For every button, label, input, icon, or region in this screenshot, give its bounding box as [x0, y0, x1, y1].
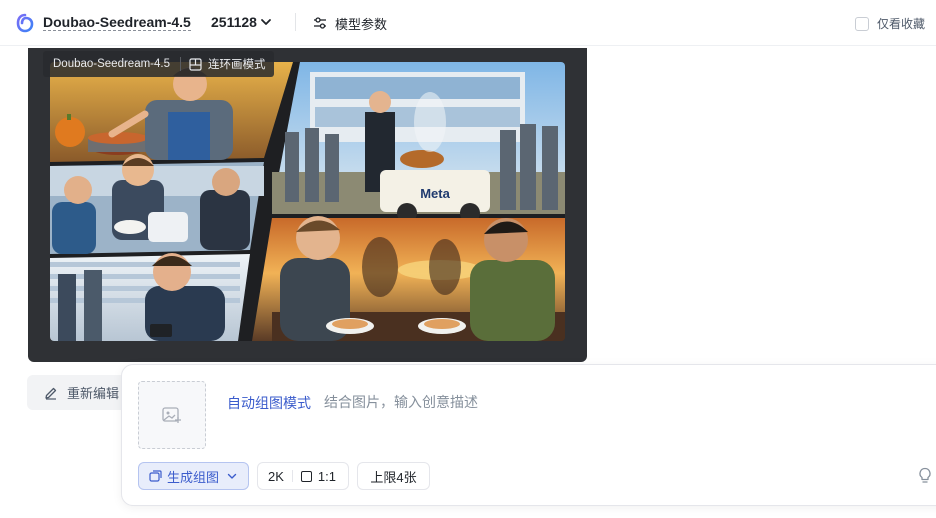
lightbulb-icon[interactable] — [918, 467, 932, 485]
favorites-filter[interactable]: 仅看收藏 — [855, 15, 925, 32]
image-model-label: Doubao-Seedream-4.5 — [53, 58, 170, 70]
top-bar: Doubao-Seedream-4.5 251128 模型参数 仅看收藏 — [0, 0, 936, 46]
resolution-ratio-selector[interactable]: 2K 1:1 — [257, 462, 349, 490]
generate-group-label: 生成组图 — [167, 469, 220, 485]
pencil-icon — [45, 387, 57, 400]
add-image-icon — [162, 407, 181, 423]
tag-divider — [180, 57, 181, 71]
chevron-down-icon[interactable] — [259, 15, 273, 29]
image-limit-label: 上限4张 — [370, 469, 417, 485]
upload-image-button[interactable] — [138, 381, 206, 449]
image-group-icon — [149, 469, 162, 482]
model-params-label: 模型参数 — [335, 16, 388, 32]
auto-group-mode-label[interactable]: 自动组图模式 — [227, 393, 311, 413]
chip-divider — [291, 470, 293, 482]
comic-grid-icon — [189, 57, 202, 71]
model-name[interactable]: Doubao-Seedream-4.5 — [43, 14, 191, 31]
generate-group-dropdown[interactable]: 生成组图 — [138, 462, 249, 490]
image-tag: Doubao-Seedream-4.5 连环画模式 — [43, 51, 274, 77]
model-version[interactable]: 251128 — [211, 14, 257, 30]
chevron-down-icon — [227, 473, 237, 479]
aspect-ratio-icon — [300, 470, 312, 482]
image-limit-selector[interactable]: 上限4张 — [357, 462, 430, 490]
sliders-icon — [314, 17, 326, 29]
comic-mode-label: 连环画模式 — [208, 59, 266, 71]
generated-comic-image[interactable]: Meta — [50, 62, 565, 341]
app-logo-icon — [16, 13, 34, 33]
favorites-label: 仅看收藏 — [877, 17, 926, 31]
reedit-label: 重新编辑 — [67, 386, 120, 401]
resolution-value: 2K — [268, 468, 284, 484]
meta-logo-text: Meta — [420, 186, 450, 201]
model-params-button[interactable]: 模型参数 — [312, 12, 387, 34]
prompt-input[interactable] — [324, 391, 884, 413]
ratio-value: 1:1 — [317, 468, 336, 484]
header-divider — [295, 13, 296, 31]
favorites-checkbox[interactable] — [855, 16, 869, 31]
